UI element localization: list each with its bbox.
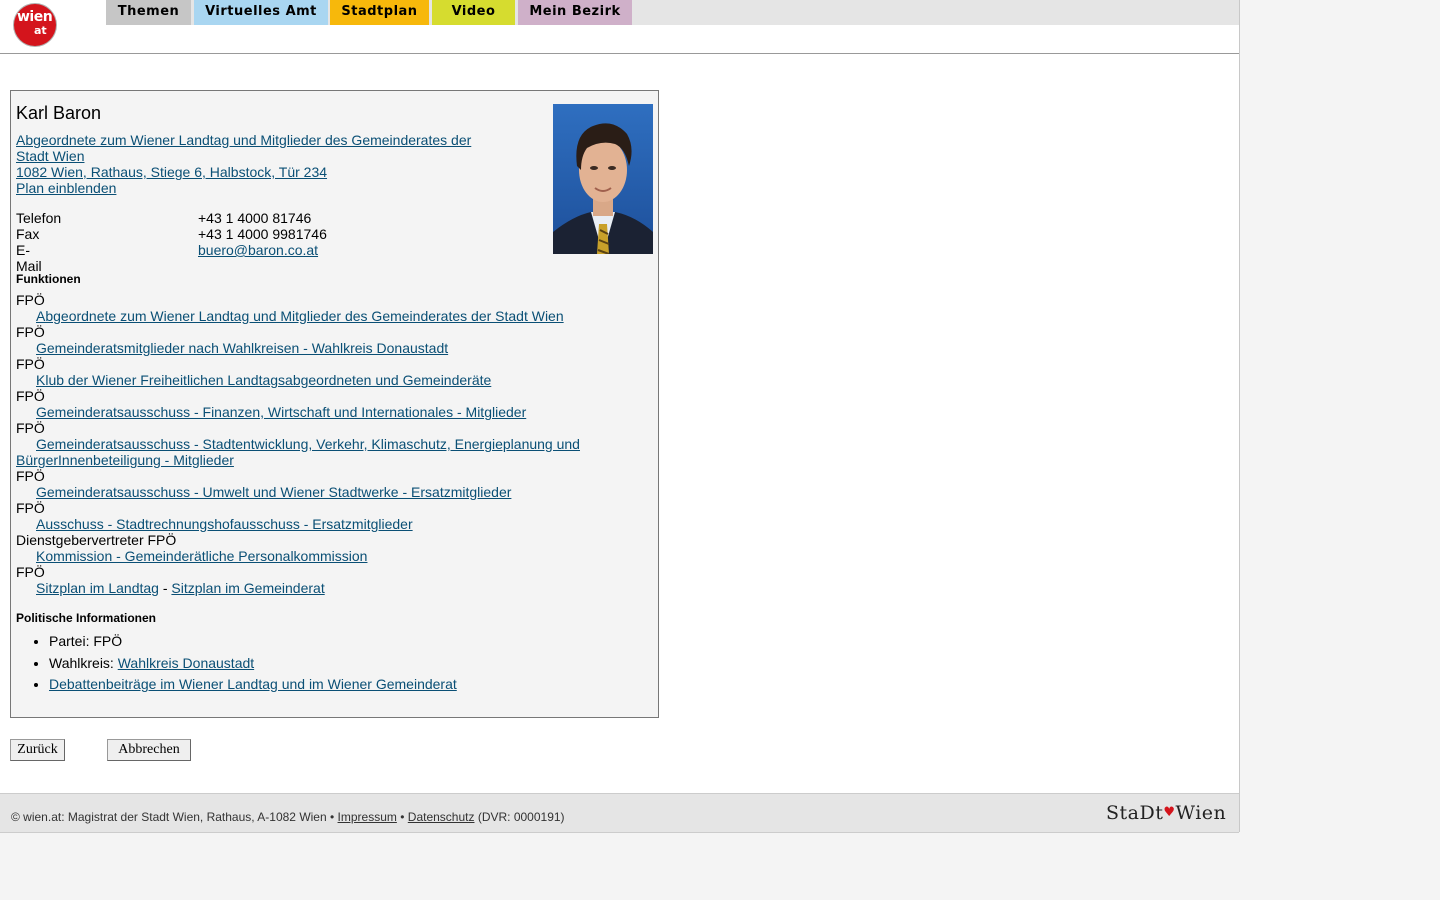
contact-label: Telefon [16,210,62,226]
wahlkreis-link[interactable]: Wahlkreis Donaustadt [118,655,254,671]
wien-at-logo[interactable]: wien at [14,4,56,46]
function-link[interactable]: Kommission - Gemeinderätliche Personalko… [36,548,367,564]
function-item: FPÖ Gemeinderatsausschuss - Umwelt und W… [16,468,646,500]
function-link[interactable]: Gemeinderatsausschuss - Stadtentwicklung… [16,436,580,468]
cancel-button[interactable]: Abbrechen [107,739,191,761]
political-info-heading: Politische Informationen [16,611,157,625]
dvr-text: (DVR: 0000191) [477,810,565,824]
function-item: Dienstgebervertreter FPÖ Kommission - Ge… [16,532,646,564]
show-map-link[interactable]: Plan einblenden [16,180,116,196]
function-link[interactable]: Gemeinderatsausschuss - Finanzen, Wirtsc… [36,404,526,420]
affiliation-link[interactable]: Abgeordnete zum Wiener Landtag und Mitgl… [16,132,471,164]
copyright-text: © wien.at: Magistrat der Stadt Wien, Rat… [11,810,335,824]
functions-heading: Funktionen [16,272,81,286]
function-item: FPÖ Abgeordnete zum Wiener Landtag und M… [16,292,646,324]
footer-bullet: • [400,810,405,824]
seating-plan-gemeinderat-link[interactable]: Sitzplan im Gemeinderat [171,580,324,596]
main-navigation: Themen Virtuelles Amt Stadtplan Video Me… [106,0,1239,25]
function-party: FPÖ [16,324,45,340]
portrait-image [553,104,653,254]
page: wien at Themen Virtuelles Amt Stadtplan … [0,0,1240,833]
seating-party: FPÖ [16,564,45,580]
functions-list: FPÖ Abgeordnete zum Wiener Landtag und M… [16,292,646,596]
seating-plan-landtag-link[interactable]: Sitzplan im Landtag [36,580,159,596]
tab-stadtplan[interactable]: Stadtplan [330,0,429,25]
footer: © wien.at: Magistrat der Stadt Wien, Rat… [0,793,1239,833]
function-party: FPÖ [16,388,45,404]
tab-themen[interactable]: Themen [106,0,191,25]
impressum-link[interactable]: Impressum [338,810,397,824]
party-info: Partei: FPÖ [49,631,457,653]
datenschutz-link[interactable]: Datenschutz [408,810,475,824]
function-party: FPÖ [16,356,45,372]
debates-item: Debattenbeiträge im Wiener Landtag und i… [49,674,457,696]
tab-mein-bezirk[interactable]: Mein Bezirk [518,0,632,25]
logo-text-at: at [34,24,47,37]
function-party: FPÖ [16,468,45,484]
phone-value: +43 1 4000 81746 [198,210,312,226]
wahlkreis-info: Wahlkreis: Wahlkreis Donaustadt [49,653,457,675]
function-link[interactable]: Gemeinderatsmitglieder nach Wahlkreisen … [36,340,448,356]
tab-video[interactable]: Video [432,0,515,25]
function-link[interactable]: Ausschuss - Stadtrechnungshofausschuss -… [36,516,413,532]
function-item: FPÖ Gemeinderatsmitglieder nach Wahlkrei… [16,324,646,356]
stadt-wien-logo[interactable]: StaDt♥Wien [1106,802,1226,824]
function-link[interactable]: Abgeordnete zum Wiener Landtag und Mitgl… [36,308,564,324]
tab-virtuelles-amt[interactable]: Virtuelles Amt [194,0,328,25]
fax-value: +43 1 4000 9981746 [198,226,327,242]
debates-link[interactable]: Debattenbeiträge im Wiener Landtag und i… [49,676,457,692]
function-item: FPÖ Ausschuss - Stadtrechnungshofausschu… [16,500,646,532]
header: wien at Themen Virtuelles Amt Stadtplan … [0,0,1239,54]
logo-text-wien: wien [17,9,53,25]
function-item: FPÖ Gemeinderatsausschuss - Stadtentwick… [16,420,646,468]
function-party: FPÖ [16,500,45,516]
affiliation-block: Abgeordnete zum Wiener Landtag und Mitgl… [16,132,496,196]
function-link[interactable]: Klub der Wiener Freiheitlichen Landtagsa… [36,372,491,388]
person-name: Karl Baron [16,103,102,123]
seating-separator: - [162,580,168,596]
email-link[interactable]: buero@baron.co.at [198,242,318,258]
function-party: FPÖ [16,420,45,436]
function-item: FPÖ Klub der Wiener Freiheitlichen Landt… [16,356,646,388]
person-card: Karl Baron Abgeordnete zum Wiener Landta… [10,90,659,718]
function-party: FPÖ [16,292,45,308]
address-link[interactable]: 1082 Wien, Rathaus, Stiege 6, Halbstock,… [16,164,327,180]
heart-icon: ♥ [1163,805,1176,820]
footer-text: © wien.at: Magistrat der Stadt Wien, Rat… [11,810,565,824]
political-info-list: Partei: FPÖ Wahlkreis: Wahlkreis Donaust… [16,631,457,696]
function-item: FPÖ Gemeinderatsausschuss - Finanzen, Wi… [16,388,646,420]
seating-plan-item: FPÖ Sitzplan im Landtag - Sitzplan im Ge… [16,564,646,596]
contact-label: E-Mail [16,242,42,274]
function-party: Dienstgebervertreter FPÖ [16,532,177,548]
back-button[interactable]: Zurück [10,739,65,761]
contact-label: Fax [16,226,40,242]
function-link[interactable]: Gemeinderatsausschuss - Umwelt und Wiene… [36,484,511,500]
person-photo [553,104,653,254]
